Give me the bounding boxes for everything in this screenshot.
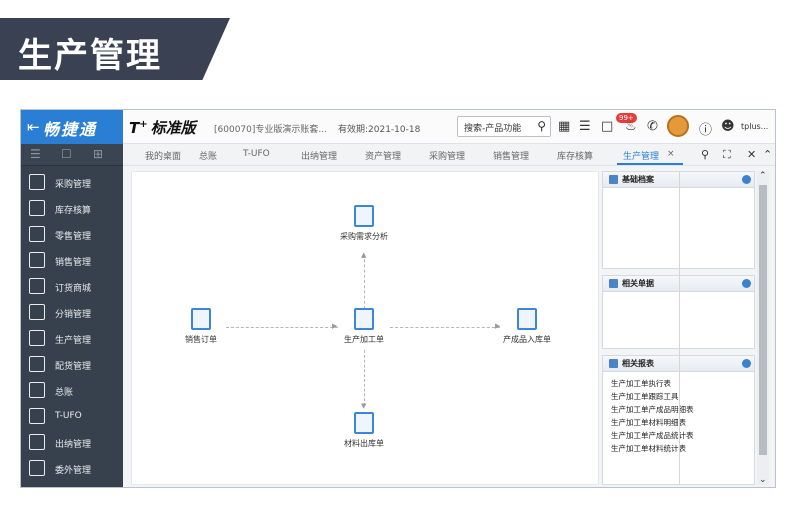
bell-icon[interactable]: ♨ [625,119,637,134]
task-list-icon[interactable]: ☰ [579,119,591,134]
arrow-up-icon: ▲ [361,251,367,259]
sidebar-item-allocation[interactable]: 配货管理 [21,352,123,378]
store-icon [29,278,45,294]
node-purchase-analysis[interactable]: 采购需求分析 [329,205,399,242]
menu-icon[interactable]: ☰ [30,147,41,161]
production-icon [29,330,45,346]
scroll-down-icon[interactable]: ⌄ [759,475,767,485]
outsource-icon [29,460,45,476]
tab-close-icon[interactable]: × [667,149,675,159]
assistant-avatar-icon[interactable] [667,115,689,137]
node-material-out[interactable]: 材料出库单 [329,412,399,449]
tab-cashier[interactable]: 出纳管理 [301,149,337,162]
tab-purchase[interactable]: 采购管理 [429,149,465,162]
sidebar: ☰ ☐ ⊞ 采购管理 库存核算 零售管理 销售管理 订货商城 分销管理 生产管理… [21,144,123,487]
sidebar-toolbar: ☰ ☐ ⊞ [21,144,123,166]
tab-assets[interactable]: 资产管理 [365,149,401,162]
ufo-icon [29,408,45,424]
outbound-doc-icon [354,412,374,434]
connector-production-to-finished [390,327,500,328]
tab-desktop[interactable]: 我的桌面 [145,149,181,162]
panel-divider [679,171,680,485]
allocation-icon [29,356,45,372]
panel-collapse-icon[interactable] [742,359,751,368]
tab-bar: 我的桌面 总账 T-UFO 出纳管理 资产管理 采购管理 销售管理 库存核算 生… [123,144,775,166]
node-finished-goods-in[interactable]: 产成品入库单 [492,308,562,345]
scroll-thumb[interactable] [759,185,767,455]
user-folder-icon [609,175,618,184]
node-production-order[interactable]: 生产加工单 [329,308,399,345]
sidebar-item-cashier[interactable]: 出纳管理 [21,430,123,456]
vertical-scrollbar[interactable]: ⌃ ⌄ [757,171,769,485]
validity-date: 有效期:2021-10-18 [338,125,421,135]
connector-production-to-analysis [364,254,365,309]
tab-production[interactable]: 生产管理 [623,149,659,162]
phone-icon[interactable]: ✆ [647,119,658,134]
message-icon[interactable]: □ [601,119,613,134]
process-flow-canvas: ▶ ▶ ▲ ▼ 采购需求分析 销售订单 生产加工单 产成品入库单 材料出库单 [131,171,599,485]
ledger-icon [29,382,45,398]
favorites-icon[interactable]: ☐ [61,147,72,161]
tab-inventory[interactable]: 库存核算 [557,149,593,162]
order-doc-icon [191,308,211,330]
user-name[interactable]: tplus... [741,122,768,131]
sales-chart-icon [29,252,45,268]
connector-production-to-material [364,350,365,406]
cashier-icon [29,434,45,450]
documents-icon [609,279,618,288]
brand-name: 畅捷通 [43,120,98,139]
collapse-icon[interactable]: ⌃ [763,148,772,161]
tab-search-icon[interactable]: ⚲ [701,148,709,161]
fullscreen-icon[interactable]: ⛶ [723,148,731,162]
brand-logo[interactable]: ⇤ 畅捷通 [21,110,123,144]
cart-icon [29,174,45,190]
boxes-icon [517,308,537,330]
product-logo: T+ 标准版 [129,119,196,137]
report-icon [609,359,618,368]
tab-ledger[interactable]: 总账 [199,149,217,162]
distribution-icon [29,304,45,320]
sidebar-item-purchase[interactable]: 采购管理 [21,170,123,196]
sidebar-item-production[interactable]: 生产管理 [21,326,123,352]
title-bar: ⇤ 畅捷通 T+ 标准版 [600070]专业版演示账套... 有效期:2021-… [21,110,775,144]
sidebar-item-tufo[interactable]: T-UFO [21,404,123,430]
back-arrow-icon[interactable]: ⇤ [27,118,40,136]
sidebar-item-distribution[interactable]: 分销管理 [21,300,123,326]
analysis-doc-icon [354,205,374,227]
banner-title: 生产管理 [18,36,162,76]
search-icon[interactable]: ⚲ [537,119,546,133]
add-shortcut-icon[interactable]: ⊞ [93,147,103,161]
tab-tufo[interactable]: T-UFO [243,149,270,159]
search-input[interactable]: 搜索-产品功能 ⚲ [457,116,551,137]
close-all-icon[interactable]: ✕ [747,148,756,161]
sidebar-item-sales[interactable]: 销售管理 [21,248,123,274]
warehouse-icon [29,200,45,216]
panel-collapse-icon[interactable] [742,175,751,184]
sidebar-item-outsource[interactable]: 委外管理 [21,456,123,482]
panel-collapse-icon[interactable] [742,279,751,288]
user-icon[interactable]: ☻ [721,119,735,134]
node-sales-order[interactable]: 销售订单 [166,308,236,345]
sidebar-item-store[interactable]: 订货商城 [21,274,123,300]
help-icon[interactable]: ⓘ [699,119,712,138]
app-window: ⇤ 畅捷通 T+ 标准版 [600070]专业版演示账套... 有效期:2021-… [20,109,776,488]
calculator-icon[interactable]: ▦ [558,119,570,134]
hammer-icon [354,308,374,330]
active-tab-indicator [617,163,683,165]
arrow-down-icon: ▼ [361,402,367,410]
retail-icon [29,226,45,242]
account-name[interactable]: [600070]专业版演示账套... [214,122,327,135]
sidebar-item-ledger[interactable]: 总账 [21,378,123,404]
scroll-up-icon[interactable]: ⌃ [759,171,767,181]
sidebar-item-retail[interactable]: 零售管理 [21,222,123,248]
sidebar-item-inventory[interactable]: 库存核算 [21,196,123,222]
tab-sales[interactable]: 销售管理 [493,149,529,162]
connector-sales-to-production [226,327,338,328]
